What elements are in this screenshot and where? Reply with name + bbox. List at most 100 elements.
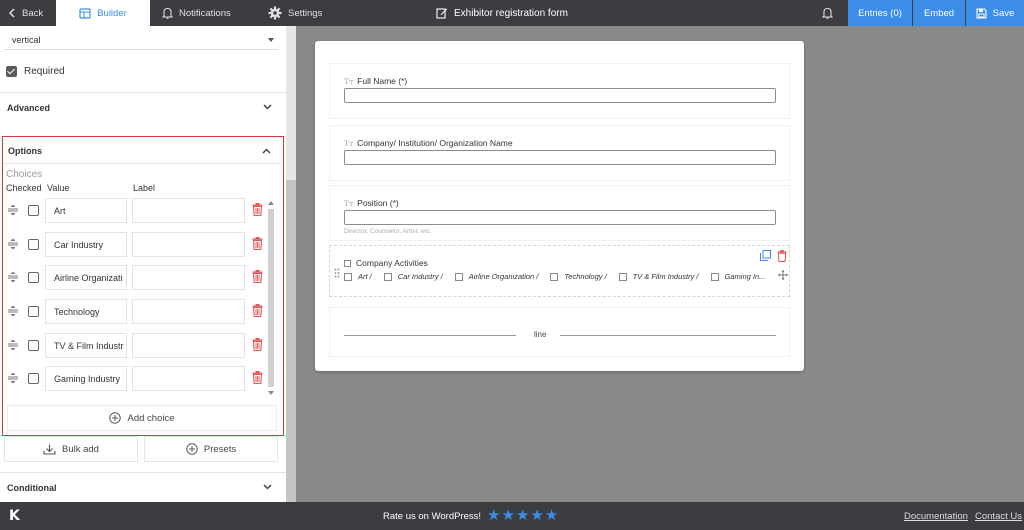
form-field-company-name[interactable]: Tт Company/ Institution/ Organization Na… [329,125,790,181]
trash-icon[interactable] [252,203,263,216]
choice-value-input[interactable]: Technology [45,299,127,324]
choice-value-input[interactable]: Gaming Industry [45,366,127,391]
text-input[interactable] [344,150,776,165]
notifications-bell-button[interactable] [822,0,839,26]
contact-us-link[interactable]: Contact Us [975,511,1022,522]
star-icon[interactable]: ★ [502,508,515,523]
documentation-link[interactable]: Documentation [904,511,968,522]
bulk-add-label: Bulk add [62,443,99,455]
choice-value-input[interactable]: Art [45,198,127,223]
checkbox-option[interactable]: TV & Film Industry / [618,272,699,281]
form-field-position[interactable]: Tт Position (*) Director, Counselor, Art… [329,185,790,241]
drag-handle-icon[interactable] [7,204,19,216]
field-label-text: Position (*) [357,198,399,208]
trash-icon[interactable] [252,270,263,283]
trash-icon[interactable] [252,304,263,317]
choice-checkbox[interactable] [28,205,39,216]
checkbox-option[interactable]: Technology / [550,272,607,281]
checkbox[interactable] [618,272,627,281]
drag-handle-icon[interactable] [7,372,19,384]
required-label: Required [24,66,65,77]
drag-dots-icon[interactable] [334,268,340,278]
choice-checkbox[interactable] [28,373,39,384]
star-rating[interactable]: ★ ★ ★ ★ ★ [487,508,559,523]
trash-icon[interactable] [252,371,263,384]
conditional-section-header[interactable]: Conditional [0,472,286,502]
gear-icon [268,6,282,20]
panel-scrollbar-thumb[interactable] [286,180,296,502]
checkbox[interactable] [344,272,352,281]
form-field-company-activities[interactable]: Company Activities Art / Car Industry / … [329,245,790,297]
checkbox[interactable] [550,272,559,281]
checkbox-option[interactable]: Car Industry / [383,272,443,281]
scroll-down-icon[interactable] [268,391,274,395]
choice-row: Airline Organizati [3,264,265,292]
text-input[interactable] [344,210,776,225]
star-icon[interactable]: ★ [530,508,543,523]
star-icon[interactable]: ★ [516,508,529,523]
form-field-full-name[interactable]: Tт Full Name (*) [329,63,790,119]
choice-label-input[interactable] [132,265,245,290]
trash-icon[interactable] [252,338,263,351]
drag-handle-icon[interactable] [7,339,19,351]
checkbox-option[interactable]: Art / [344,272,372,281]
checkbox[interactable] [383,272,392,281]
bell-icon [162,7,173,19]
advanced-section-header[interactable]: Advanced [0,92,286,122]
checkbox-checked-icon[interactable] [6,66,17,77]
entries-button[interactable]: Entries (0) [848,0,912,26]
option-label: Art / [358,272,372,281]
choice-checkbox[interactable] [28,306,39,317]
choice-label-input[interactable] [132,333,245,358]
checkbox[interactable] [454,272,463,281]
drag-handle-icon[interactable] [7,271,19,283]
column-header-label: Label [133,183,156,193]
checkbox[interactable] [710,272,719,281]
field-label-text: Full Name (*) [357,76,408,86]
layout-select[interactable]: vertical [4,30,278,50]
tab-notifications[interactable]: Notifications [162,0,231,26]
column-header-value: Value [47,183,70,193]
star-icon[interactable]: ★ [487,508,500,523]
choice-checkbox[interactable] [28,340,39,351]
embed-button[interactable]: Embed [913,0,965,26]
choice-checkbox[interactable] [28,239,39,250]
bulk-add-button[interactable]: Bulk add [4,436,138,462]
choice-label-input[interactable] [132,299,245,324]
choice-label-input[interactable] [132,232,245,257]
form-title-button[interactable]: Exhibitor registration form [436,0,568,26]
trash-icon[interactable] [252,237,263,250]
option-label: TV & Film Industry / [632,272,699,281]
choice-label-input[interactable] [132,366,245,391]
choice-value-input[interactable]: Airline Organizati [45,265,127,290]
text-input[interactable] [344,88,776,103]
bell-icon [822,7,833,19]
choice-label-input[interactable] [132,198,245,223]
tab-settings[interactable]: Settings [268,0,322,26]
form-field-divider[interactable]: line [329,307,790,357]
choice-checkbox[interactable] [28,272,39,283]
choice-value-input[interactable]: Car Industry [45,232,127,257]
required-toggle[interactable]: Required [6,66,65,77]
drag-handle-icon[interactable] [7,238,19,250]
back-button[interactable]: Back [8,0,43,26]
scroll-up-icon[interactable] [268,201,274,205]
checkbox-option[interactable]: Airline Organization / [454,272,538,281]
chevron-up-icon[interactable] [262,148,271,154]
star-icon[interactable]: ★ [545,508,558,523]
presets-button[interactable]: Presets [144,436,278,462]
choice-value-input[interactable]: TV & Film Industr [45,333,127,358]
save-button[interactable]: Save [966,0,1024,26]
trash-icon[interactable] [777,250,787,262]
choices-scrollbar[interactable] [267,201,275,397]
scrollbar-thumb[interactable] [268,209,274,387]
options-label[interactable]: Options [8,146,42,156]
add-choice-button[interactable]: Add choice [7,405,277,431]
form-title: Exhibitor registration form [454,7,568,19]
checkbox-option[interactable]: Gaming In... [710,272,765,281]
tab-builder[interactable]: Builder [56,0,150,26]
drag-handle-icon[interactable] [7,305,19,317]
duplicate-icon[interactable] [760,250,771,261]
footer-bar: K Rate us on WordPress! ★ ★ ★ ★ ★ Docume… [0,502,1024,530]
move-icon[interactable] [778,270,788,280]
